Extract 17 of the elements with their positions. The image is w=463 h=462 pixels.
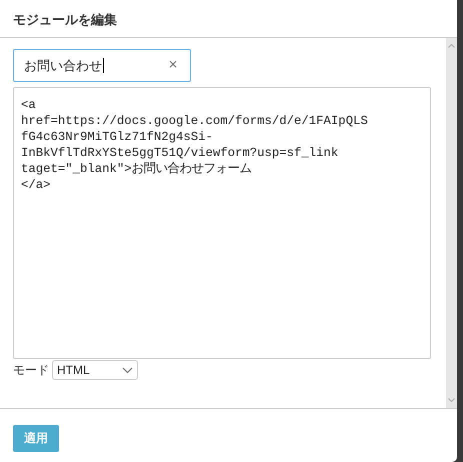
code-line: </a> — [21, 177, 52, 193]
code-editor-field[interactable]: <a href=https://docs.google.com/forms/d/e/1FAIpQLS fG4c63Nr9MiTGlz71fN2g4sSi- InBkVflTdRxYSte5ggT51Q/viewform?usp=sf_link taget="_blank">お問い合わせフォーム </a> — [13, 87, 431, 359]
mode-dropdown[interactable]: HTML — [52, 360, 138, 380]
mode-label: モード — [13, 362, 49, 378]
scroll-up-icon[interactable] — [448, 44, 455, 48]
name-value: お問い合わせ — [24, 58, 102, 74]
name-input-field[interactable]: お問い合わせ × — [13, 49, 191, 82]
code-line: fG4c63Nr9MiTGlz71fN2g4sSi- — [21, 129, 214, 145]
scroll-down-icon[interactable] — [448, 398, 455, 402]
chevron-down-icon — [122, 366, 133, 374]
clear-button[interactable]: × — [168, 57, 178, 71]
code-line: InBkVflTdRxYSte5ggT51Q/viewform?usp=sf_link — [21, 145, 340, 161]
code-line: href=https://docs.google.com/forms/d/e/1FAIpQLS — [21, 113, 369, 129]
dialog-title: モジュールを編集 — [0, 0, 457, 38]
code-line: taget="_blank">お問い合わせフォーム — [21, 161, 253, 177]
scrollbar[interactable] — [446, 38, 457, 408]
code-line: <a — [21, 97, 37, 113]
